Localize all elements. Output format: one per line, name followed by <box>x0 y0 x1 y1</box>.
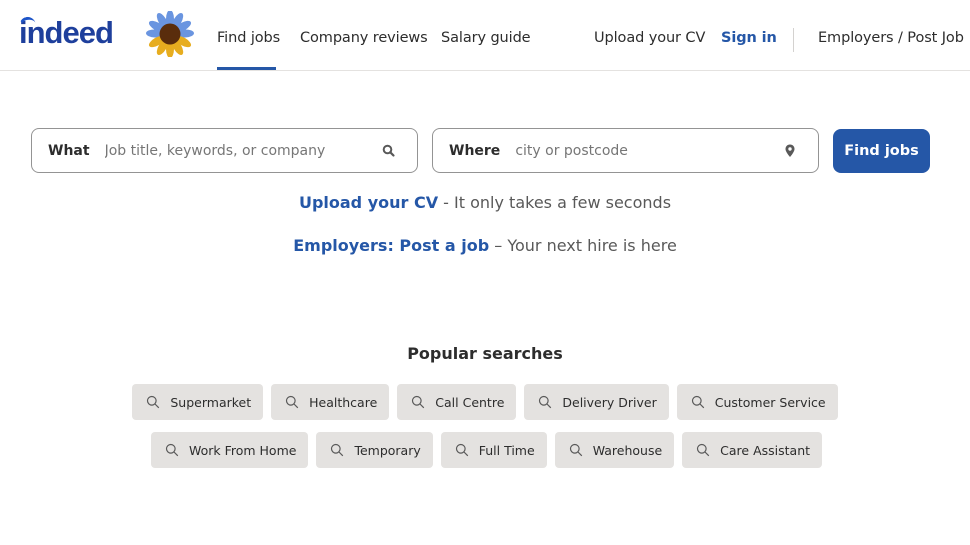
popular-search-chip[interactable]: Warehouse <box>554 432 675 468</box>
post-job-promo-text: – Your next hire is here <box>489 236 677 255</box>
upload-cv-link[interactable]: Upload your CV <box>299 193 438 212</box>
search-icon <box>539 395 552 409</box>
popular-search-chip[interactable]: Healthcare <box>271 384 390 420</box>
popular-searches-row-2: Work From Home Temporary Full Time Wareh… <box>0 432 970 468</box>
search-icon <box>697 443 710 457</box>
upload-cv-promo: Upload your CV - It only takes a few sec… <box>0 193 970 212</box>
post-job-link[interactable]: Employers: Post a job <box>293 236 489 255</box>
popular-search-chip[interactable]: Care Assistant <box>682 432 823 468</box>
chip-label: Supermarket <box>170 394 252 410</box>
where-input[interactable] <box>515 142 776 159</box>
popular-search-chip[interactable]: Full Time <box>440 432 547 468</box>
location-pin-icon <box>785 144 795 157</box>
chip-label: Delivery Driver <box>562 394 657 410</box>
chip-label: Warehouse <box>592 442 663 458</box>
search-icon <box>455 443 468 457</box>
where-label: Where <box>449 142 501 159</box>
chip-label: Work From Home <box>188 442 297 458</box>
upload-cv-promo-text: - It only takes a few seconds <box>438 193 672 212</box>
search-icon <box>147 395 160 409</box>
search-icon <box>331 443 344 457</box>
nav-salary-guide[interactable]: Salary guide <box>441 30 531 46</box>
popular-search-chip[interactable]: Supermarket <box>132 384 264 420</box>
chip-label: Full Time <box>478 442 535 458</box>
chip-label: Healthcare <box>309 394 378 410</box>
search-icon <box>286 395 299 409</box>
indeed-logo[interactable]: indeed <box>18 15 114 51</box>
post-job-promo: Employers: Post a job – Your next hire i… <box>0 236 970 255</box>
search-icon <box>412 395 425 409</box>
what-label: What <box>48 142 90 159</box>
popular-search-chip[interactable]: Call Centre <box>397 384 517 420</box>
search-icon <box>569 443 582 457</box>
popular-searches-row-1: Supermarket Healthcare Call Centre Deliv… <box>0 384 970 420</box>
where-field[interactable]: Where <box>432 128 819 173</box>
nav-employers-post-job[interactable]: Employers / Post Job <box>818 30 964 46</box>
nav-upload-cv[interactable]: Upload your CV <box>594 30 705 46</box>
popular-search-chip[interactable]: Delivery Driver <box>524 384 669 420</box>
search-icon[interactable] <box>381 143 397 159</box>
chip-label: Care Assistant <box>720 442 811 458</box>
search-icon <box>691 395 704 409</box>
nav-sign-in[interactable]: Sign in <box>721 30 777 46</box>
chip-label: Call Centre <box>435 394 505 410</box>
chip-label: Customer Service <box>714 394 826 410</box>
nav-company-reviews[interactable]: Company reviews <box>300 30 428 46</box>
find-jobs-button[interactable]: Find jobs <box>833 129 930 173</box>
what-input[interactable] <box>104 142 365 159</box>
search-icon <box>165 443 179 457</box>
chip-label: Temporary <box>354 442 421 458</box>
sunflower-icon <box>146 11 194 57</box>
nav-divider <box>793 28 794 52</box>
popular-search-chip[interactable]: Temporary <box>316 432 433 468</box>
what-field[interactable]: What <box>31 128 418 173</box>
popular-search-chip[interactable]: Customer Service <box>676 384 838 420</box>
nav-active-indicator <box>217 67 276 70</box>
popular-search-chip[interactable]: Work From Home <box>150 432 309 468</box>
popular-searches-title: Popular searches <box>407 344 563 363</box>
nav-find-jobs[interactable]: Find jobs <box>217 30 280 46</box>
site-header: indeed Find jobs Company reviews Salary … <box>0 0 970 71</box>
